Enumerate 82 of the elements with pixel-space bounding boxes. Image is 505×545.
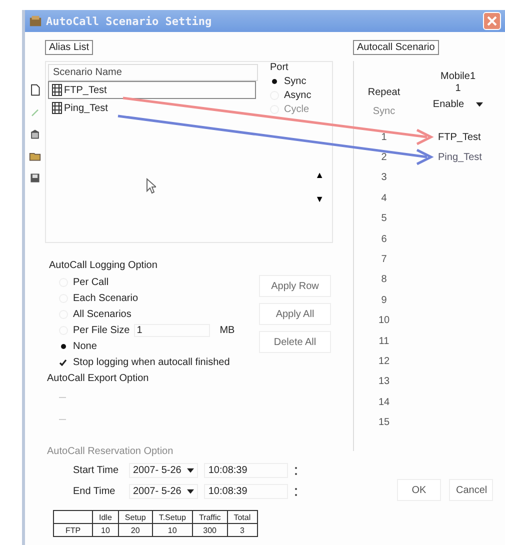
dialog-button[interactable]: OK (397, 479, 441, 501)
row-header: FTP (54, 524, 92, 536)
action-button[interactable]: Apply All (259, 303, 331, 325)
date-picker[interactable]: 2007- 5-26 (129, 463, 198, 478)
check-icon (59, 358, 67, 366)
folder-icon[interactable] (29, 150, 41, 162)
size-field[interactable]: 1 (134, 324, 210, 336)
move-button[interactable]: ▲ (315, 170, 324, 180)
table-cell: 300 (192, 524, 228, 536)
table-cell: 20 (118, 524, 152, 536)
radio-option[interactable]: All Scenarios (47, 306, 132, 322)
caret-icon[interactable] (187, 468, 194, 473)
radio-option[interactable]: Per File Size (47, 322, 130, 338)
scenario-entry: Ping_Test (437, 152, 482, 164)
section-title: AutoCall Reservation Option (46, 445, 174, 459)
save-icon[interactable] (29, 172, 41, 184)
new-document-icon[interactable] (29, 84, 41, 96)
checkbox[interactable]: Stop logging when autocall finished (47, 354, 230, 370)
row-number: 13 (377, 376, 391, 388)
section-title: AutoCall Export Option (46, 372, 149, 386)
row-number: 9 (380, 294, 388, 306)
column-header: Idle (92, 510, 118, 524)
radio-option[interactable]: None (47, 338, 97, 354)
caret-icon[interactable] (187, 489, 194, 494)
radio-option[interactable]: Async (270, 88, 312, 102)
checkbox[interactable]: End Time (59, 484, 123, 500)
group-label: Autocall Scenario (353, 40, 439, 55)
row-number: 3 (380, 172, 388, 184)
mode-label: Sync (372, 106, 396, 117)
close-icon[interactable] (487, 16, 497, 26)
group-label: Alias List (45, 40, 94, 55)
building-icon[interactable] (29, 128, 41, 140)
unit-label: MB (220, 324, 235, 336)
time-field[interactable]: 10:08:39 (204, 484, 288, 499)
column-header: Traffic (192, 510, 228, 524)
radio-option[interactable]: Per Call (47, 274, 109, 290)
column-header: T.Setup (152, 510, 192, 524)
row-number: 8 (380, 274, 388, 286)
table-cell: 10 (152, 524, 192, 536)
action-button[interactable]: Apply Row (259, 275, 331, 297)
cursor-icon (146, 178, 156, 194)
port-label: Port (270, 62, 288, 73)
date-picker[interactable]: 2007- 5-26 (129, 484, 198, 499)
window-title: AutoCall Scenario Setting (46, 14, 213, 28)
row-number: 15 (377, 417, 391, 428)
row-number: 11 (378, 336, 390, 347)
row-number: 7 (380, 254, 388, 266)
row-number: 4 (380, 192, 388, 204)
list-item[interactable]: FTP_Test (48, 81, 256, 99)
dialog-button[interactable]: Cancel (449, 479, 493, 501)
state-dropdown[interactable]: Enable (432, 99, 484, 110)
row-number: 1 (380, 132, 388, 143)
device-number: 1 (455, 83, 461, 94)
device-name: Mobile1 (440, 71, 476, 82)
caret-icon[interactable] (476, 102, 484, 107)
row-number: 14 (377, 396, 391, 408)
repeat-label: Repeat (368, 87, 400, 98)
app-icon (29, 14, 42, 28)
column-header: Setup (118, 510, 152, 524)
column-header: Scenario Name (48, 64, 258, 81)
radio-option[interactable]: Sync (270, 74, 306, 88)
row-number: 5 (380, 213, 388, 224)
checkbox[interactable]: Start Time (59, 462, 123, 478)
time-field[interactable]: 10:08:39 (204, 463, 288, 478)
radio-button[interactable] (59, 419, 66, 423)
radio-option[interactable]: Each Scenario (47, 290, 138, 306)
action-button[interactable]: Delete All (259, 331, 331, 353)
row-number: 6 (380, 234, 388, 245)
table-cell: 3 (227, 524, 258, 536)
table-cell: 10 (92, 524, 118, 536)
list-item[interactable]: Ping_Test (48, 99, 112, 117)
section-title: AutoCall Logging Option (48, 259, 158, 273)
column-header: Total (227, 510, 258, 524)
spinner-icon[interactable] (294, 486, 298, 496)
close-button[interactable] (483, 12, 501, 30)
row-number: 10 (377, 315, 391, 326)
radio-button[interactable] (59, 397, 66, 401)
row-number: 2 (380, 152, 388, 164)
scenario-entry: FTP_Test (437, 132, 481, 143)
move-button[interactable]: ▼ (315, 194, 324, 204)
row-number: 12 (377, 356, 391, 367)
spinner-icon[interactable] (294, 466, 298, 476)
